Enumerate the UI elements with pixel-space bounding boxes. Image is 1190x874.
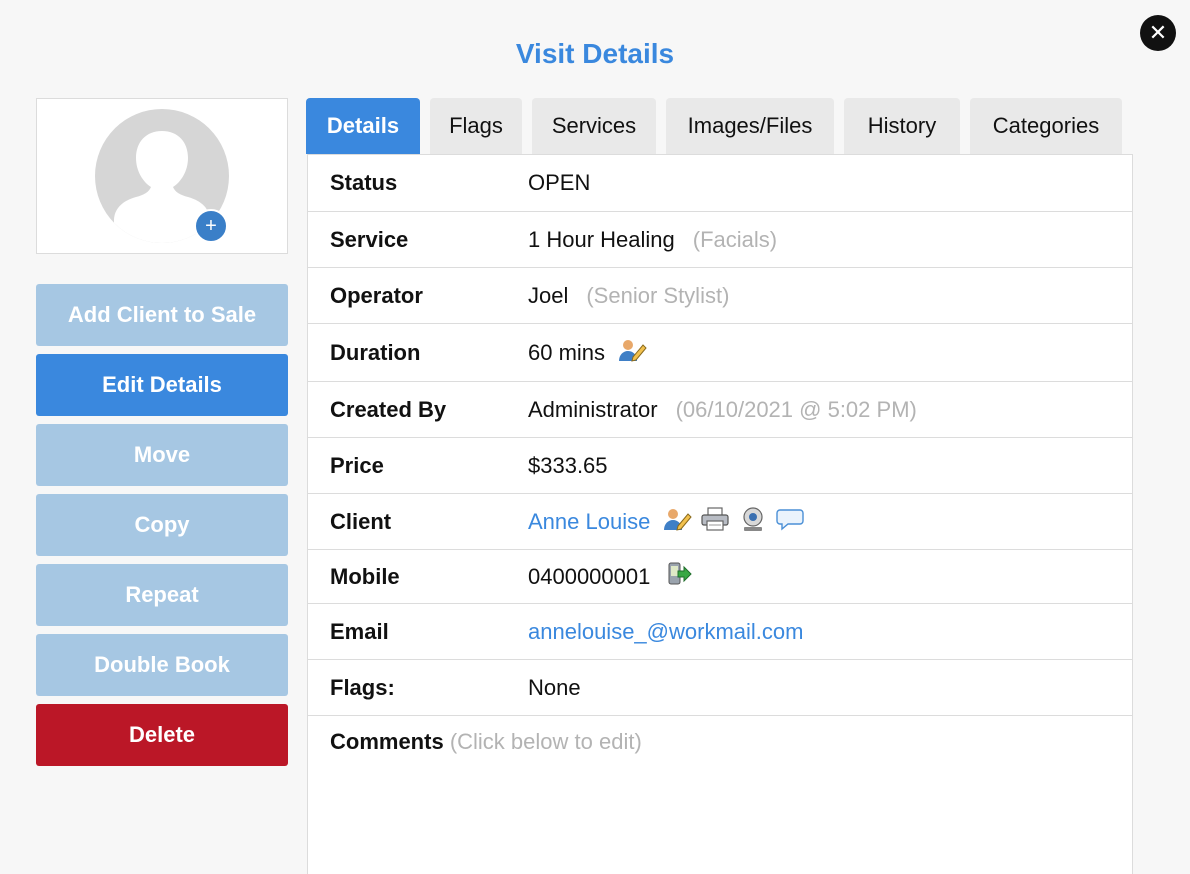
client-label: Client — [330, 508, 392, 534]
mobile-value: 0400000001 — [528, 563, 651, 589]
details-panel: Status OPEN Service 1 Hour Healing (Faci… — [307, 154, 1133, 874]
flags-value: None — [528, 674, 581, 700]
print-icon[interactable] — [700, 506, 730, 538]
mobile-label: Mobile — [330, 563, 400, 589]
email-link[interactable]: annelouise_@workmail.com — [528, 619, 803, 645]
edit-details-button[interactable]: Edit Details — [36, 354, 288, 416]
detail-row-status: Status OPEN — [308, 155, 1132, 212]
tab-images-files[interactable]: Images/Files — [666, 98, 834, 154]
chat-icon[interactable] — [776, 507, 805, 537]
tab-categories[interactable]: Categories — [970, 98, 1122, 154]
email-label: Email — [330, 618, 389, 644]
page-title: Visit Details — [515, 38, 675, 69]
operator-role: (Senior Stylist) — [586, 282, 730, 308]
avatar-box: + — [36, 98, 288, 254]
move-button[interactable]: Move — [36, 424, 288, 486]
send-sms-icon[interactable] — [666, 561, 693, 593]
delete-button[interactable]: Delete — [36, 704, 288, 766]
repeat-button[interactable]: Repeat — [36, 564, 288, 626]
plus-icon: + — [205, 214, 217, 237]
add-photo-button[interactable]: + — [194, 209, 228, 243]
detail-row-flags: Flags: None — [308, 660, 1132, 716]
status-label: Status — [330, 170, 398, 195]
detail-row-mobile: Mobile 0400000001 — [308, 550, 1132, 604]
add-client-to-sale-button[interactable]: Add Client to Sale — [36, 284, 288, 346]
created-timestamp: (06/10/2021 @ 5:02 PM) — [675, 396, 917, 422]
flags-label: Flags: — [330, 674, 395, 700]
created-by-label: Created By — [330, 396, 447, 422]
price-value: $333.65 — [528, 452, 608, 478]
detail-row-service: Service 1 Hour Healing (Facials) — [308, 212, 1132, 268]
comments-header: Comments (Click below to edit) — [330, 729, 642, 755]
price-label: Price — [330, 452, 384, 478]
edit-person-icon[interactable] — [662, 506, 693, 538]
comments-hint: (Click below to edit) — [449, 729, 642, 754]
service-value: 1 Hour Healing — [528, 226, 675, 252]
detail-row-duration: Duration 60 mins — [308, 324, 1132, 382]
service-category: (Facials) — [692, 226, 778, 252]
duration-label: Duration — [330, 339, 421, 365]
copy-button[interactable]: Copy — [36, 494, 288, 556]
service-label: Service — [330, 226, 409, 252]
webcam-icon[interactable] — [738, 506, 768, 538]
created-by-value: Administrator — [528, 396, 658, 422]
detail-row-client: Client Anne Louise — [308, 494, 1132, 550]
status-value: OPEN — [528, 170, 591, 195]
tab-flags[interactable]: Flags — [430, 98, 522, 154]
tab-services[interactable]: Services — [532, 98, 656, 154]
operator-label: Operator — [330, 282, 423, 308]
duration-value: 60 mins — [528, 339, 606, 365]
comments-editor[interactable] — [308, 763, 1132, 874]
operator-value: Joel — [528, 282, 569, 308]
client-name-link[interactable]: Anne Louise — [528, 509, 650, 535]
double-book-button[interactable]: Double Book — [36, 634, 288, 696]
detail-row-operator: Operator Joel (Senior Stylist) — [308, 268, 1132, 324]
edit-person-icon[interactable] — [617, 337, 647, 369]
comments-label: Comments — [330, 729, 444, 754]
detail-row-price: Price $333.65 — [308, 438, 1132, 494]
tab-history[interactable]: History — [844, 98, 960, 154]
detail-row-email: Email annelouise_@workmail.com — [308, 604, 1132, 660]
detail-row-created-by: Created By Administrator (06/10/2021 @ 5… — [308, 382, 1132, 438]
tab-details[interactable]: Details — [306, 98, 420, 154]
